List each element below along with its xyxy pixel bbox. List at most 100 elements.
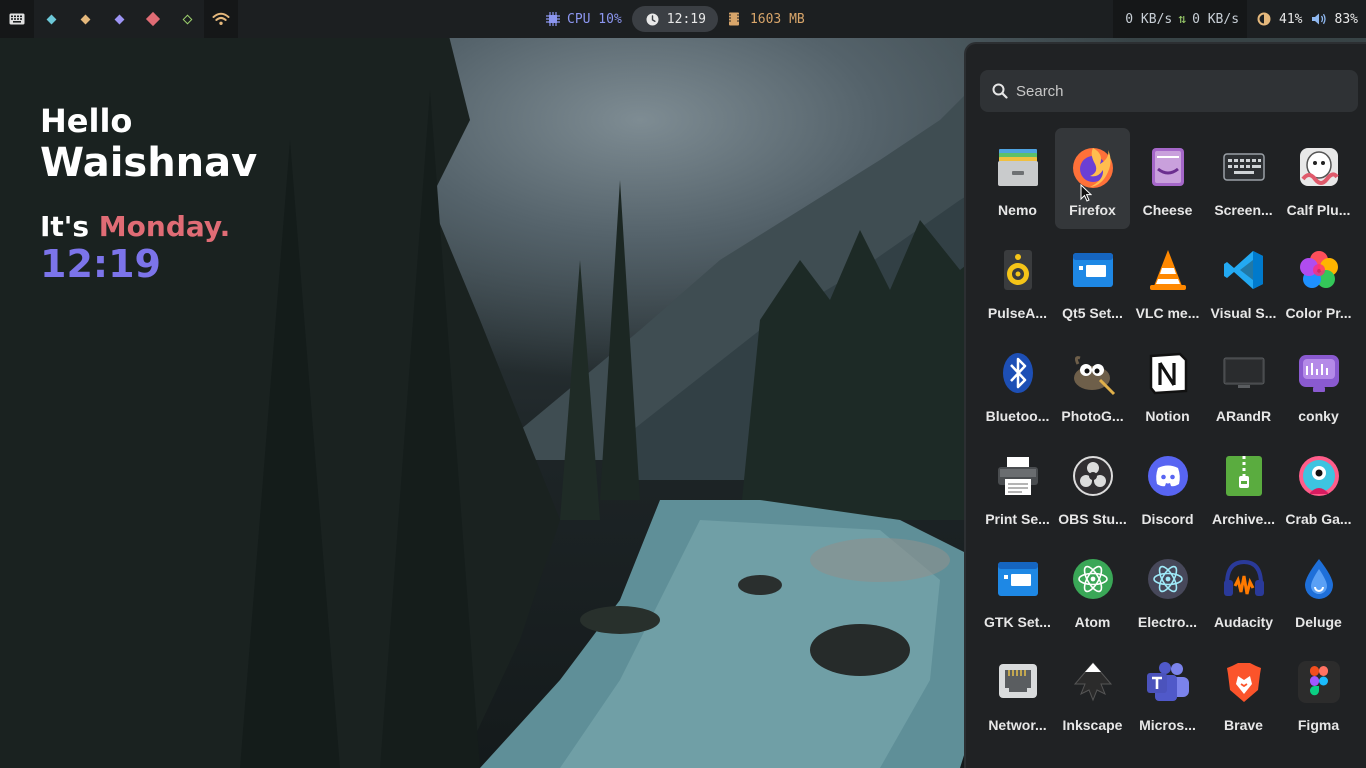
workspace-4-diamond-icon: [145, 11, 161, 27]
network-speed: 0 KB/s ⇅ 0 KB/s: [1113, 0, 1248, 38]
workspace-4-button[interactable]: [136, 0, 170, 38]
cpu-indicator: CPU 10%: [546, 12, 622, 27]
memory-indicator: 1603 MB: [728, 12, 805, 27]
mouse-cursor-icon: [1080, 184, 1092, 202]
app-calf-plugins[interactable]: Calf Plu...: [1281, 128, 1356, 229]
greeting-name: Waishnav: [40, 140, 258, 186]
color-picker-icon: [1296, 247, 1342, 293]
clock[interactable]: 12:19: [631, 6, 718, 32]
crab-game-icon: [1296, 453, 1342, 499]
app-label: Bluetoo...: [985, 408, 1050, 424]
cpu-chip-icon: [546, 12, 560, 26]
app-launcher: Nemo Firefox Cheese Screen... Calf Plu... Pul…: [964, 42, 1366, 768]
app-label: Nemo: [998, 202, 1037, 218]
app-label: Visual S...: [1210, 305, 1277, 321]
atom-icon: [1070, 556, 1116, 602]
inkscape-icon: [1070, 659, 1116, 705]
app-nemo[interactable]: Nemo: [980, 128, 1055, 229]
brightness-icon[interactable]: [1257, 12, 1271, 26]
app-discord[interactable]: Discord: [1130, 437, 1205, 538]
app-crab-game[interactable]: Crab Ga...: [1281, 437, 1356, 538]
app-label: Crab Ga...: [1285, 511, 1352, 527]
net-down-text: 0 KB/s: [1125, 11, 1173, 27]
app-arandr[interactable]: ARandR: [1206, 334, 1281, 435]
app-label: PhotoG...: [1061, 408, 1124, 424]
app-vscode[interactable]: Visual S...: [1206, 231, 1281, 332]
ms-teams-icon: [1145, 659, 1191, 705]
app-label: Networ...: [988, 717, 1047, 733]
bluetooth-icon: [995, 350, 1041, 396]
firefox-icon: [1070, 144, 1116, 190]
app-figma[interactable]: Figma: [1281, 643, 1356, 744]
greeting-widget: Hello Waishnav It's Monday. 12:19: [40, 102, 257, 284]
status-center: CPU 10% 12:19 1603 MB: [546, 0, 805, 38]
app-notion[interactable]: Notion: [1130, 334, 1205, 435]
app-pulseaudio[interactable]: PulseA...: [980, 231, 1055, 332]
search-bar[interactable]: [980, 70, 1358, 112]
app-bluetooth[interactable]: Bluetoo...: [980, 334, 1055, 435]
qt5-settings-icon: [1070, 247, 1116, 293]
electron-icon: [1145, 556, 1191, 602]
vlc-icon: [1145, 247, 1191, 293]
app-qt5-settings[interactable]: Qt5 Set...: [1055, 231, 1130, 332]
workspace-section: [0, 0, 238, 38]
app-gimp[interactable]: PhotoG...: [1055, 334, 1130, 435]
workspace-3-button[interactable]: [102, 0, 136, 38]
workspace-1-button[interactable]: [34, 0, 68, 38]
calf-plugins-icon: [1296, 144, 1342, 190]
workspace-5-button[interactable]: [170, 0, 204, 38]
audacity-icon: [1221, 556, 1267, 602]
app-label: VLC me...: [1135, 305, 1200, 321]
app-color-picker[interactable]: Color Pr...: [1281, 231, 1356, 332]
net-up-text: 0 KB/s: [1192, 11, 1240, 27]
workspace-5-diamond-icon: [182, 14, 192, 24]
archive-manager-icon: [1221, 453, 1267, 499]
app-label: Screen...: [1214, 202, 1273, 218]
app-ms-teams[interactable]: Micros...: [1130, 643, 1205, 744]
app-cheese[interactable]: Cheese: [1130, 128, 1205, 229]
app-conky[interactable]: conky: [1281, 334, 1356, 435]
keyboard-icon[interactable]: [0, 0, 34, 38]
clock-time: 12:19: [666, 11, 706, 27]
volume-icon[interactable]: [1311, 12, 1327, 26]
app-label: Cheese: [1142, 202, 1193, 218]
workspace-3-diamond-icon: [114, 14, 124, 24]
app-label: Firefox: [1069, 202, 1116, 218]
app-brave[interactable]: Brave: [1206, 643, 1281, 744]
greeting-hello: Hello: [40, 102, 133, 140]
app-printer[interactable]: Print Se...: [980, 437, 1055, 538]
wifi-icon[interactable]: [204, 0, 238, 38]
app-firefox[interactable]: Firefox: [1055, 128, 1130, 229]
app-archive-manager[interactable]: Archive...: [1206, 437, 1281, 538]
workspace-2-button[interactable]: [68, 0, 102, 38]
figma-icon: [1296, 659, 1342, 705]
app-obs[interactable]: OBS Stu...: [1055, 437, 1130, 538]
printer-icon: [995, 453, 1041, 499]
app-electron[interactable]: Electro...: [1130, 540, 1205, 641]
vscode-icon: [1221, 247, 1267, 293]
app-label: Atom: [1074, 614, 1111, 630]
app-network[interactable]: Networ...: [980, 643, 1055, 744]
app-label: PulseA...: [987, 305, 1048, 321]
app-vlc[interactable]: VLC me...: [1130, 231, 1205, 332]
workspace-1-diamond-icon: [46, 14, 56, 24]
notion-icon: [1145, 350, 1191, 396]
app-screenkey[interactable]: Screen...: [1206, 128, 1281, 229]
greeting-time: 12:19: [40, 242, 161, 286]
volume-text: 83%: [1334, 11, 1358, 27]
up-down-arrows-icon: ⇅: [1178, 11, 1187, 27]
app-label: conky: [1298, 408, 1339, 424]
app-deluge[interactable]: Deluge: [1281, 540, 1356, 641]
app-atom[interactable]: Atom: [1055, 540, 1130, 641]
search-icon: [992, 83, 1008, 99]
arandr-icon: [1221, 350, 1267, 396]
nemo-icon: [995, 144, 1041, 190]
app-label: Calf Plu...: [1286, 202, 1351, 218]
search-input[interactable]: [1016, 82, 1336, 100]
app-label: Micros...: [1139, 717, 1196, 733]
app-audacity[interactable]: Audacity: [1206, 540, 1281, 641]
app-gtk-settings[interactable]: GTK Set...: [980, 540, 1055, 641]
deluge-icon: [1296, 556, 1342, 602]
app-inkscape[interactable]: Inkscape: [1055, 643, 1130, 744]
app-label: Audacity: [1213, 614, 1274, 630]
